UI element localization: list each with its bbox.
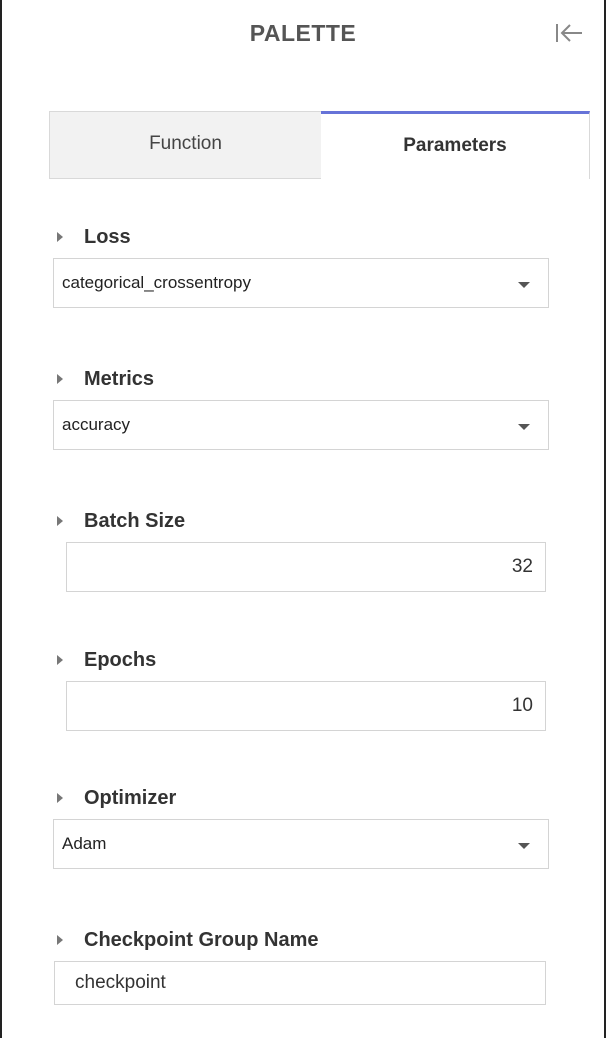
- optimizer-select[interactable]: Adam: [53, 819, 549, 869]
- checkpoint-input[interactable]: checkpoint: [54, 961, 546, 1005]
- expand-caret-icon: [57, 374, 63, 384]
- tab-parameters[interactable]: Parameters: [321, 111, 590, 179]
- batch-size-label: Batch Size: [84, 509, 186, 532]
- metrics-section: Metrics accuracy: [50, 364, 550, 450]
- metrics-label: Metrics: [84, 367, 155, 390]
- checkpoint-label: Checkpoint Group Name: [84, 928, 319, 951]
- optimizer-header[interactable]: Optimizer: [50, 783, 550, 813]
- palette-title: PALETTE: [249, 20, 357, 46]
- epochs-label: Epochs: [84, 648, 157, 671]
- expand-caret-icon: [57, 655, 63, 665]
- expand-caret-icon: [57, 516, 63, 526]
- expand-caret-icon: [57, 793, 63, 803]
- expand-caret-icon: [57, 232, 63, 242]
- epochs-section: Epochs 10: [50, 645, 550, 731]
- optimizer-section: Optimizer Adam: [50, 783, 550, 869]
- optimizer-value: Adam: [62, 834, 107, 853]
- loss-section: Loss categorical_crossentropy: [50, 222, 550, 308]
- tab-bar: Function Parameters: [49, 111, 590, 179]
- collapse-left-icon[interactable]: [552, 18, 586, 48]
- checkpoint-section: Checkpoint Group Name checkpoint: [50, 925, 550, 1005]
- batch-size-section: Batch Size 32: [50, 506, 550, 592]
- metrics-value: accuracy: [62, 415, 131, 434]
- epochs-input[interactable]: 10: [66, 681, 546, 731]
- tab-function[interactable]: Function: [49, 111, 321, 179]
- expand-caret-icon: [57, 935, 63, 945]
- dropdown-arrow-icon: [518, 282, 530, 288]
- loss-header[interactable]: Loss: [50, 222, 550, 252]
- epochs-header[interactable]: Epochs: [50, 645, 550, 675]
- loss-label: Loss: [84, 225, 131, 248]
- checkpoint-header[interactable]: Checkpoint Group Name: [50, 925, 550, 955]
- loss-value: categorical_crossentropy: [62, 273, 251, 292]
- metrics-header[interactable]: Metrics: [50, 364, 550, 394]
- dropdown-arrow-icon: [518, 843, 530, 849]
- batch-size-header[interactable]: Batch Size: [50, 506, 550, 536]
- palette-panel: PALETTE Function Parameters Loss categor…: [0, 0, 606, 1038]
- optimizer-label: Optimizer: [84, 786, 177, 809]
- loss-select[interactable]: categorical_crossentropy: [53, 258, 549, 308]
- metrics-select[interactable]: accuracy: [53, 400, 549, 450]
- batch-size-input[interactable]: 32: [66, 542, 546, 592]
- dropdown-arrow-icon: [518, 424, 530, 430]
